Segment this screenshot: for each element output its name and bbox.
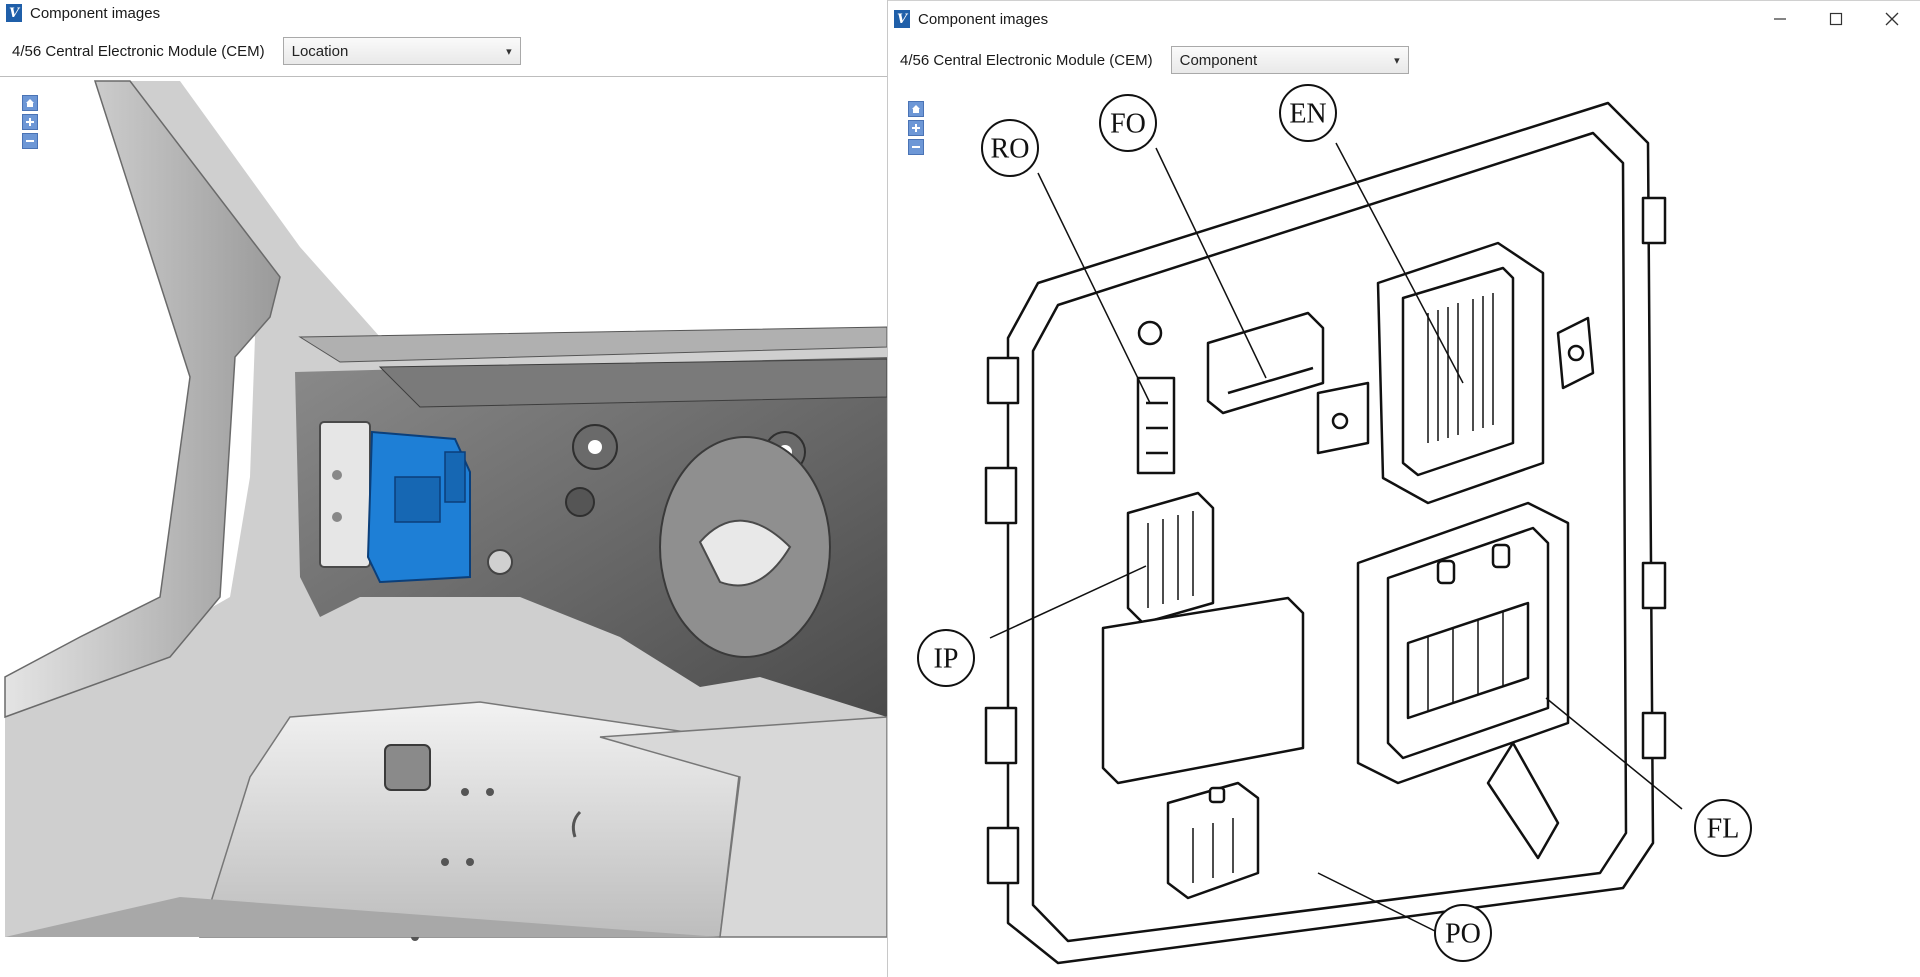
callout-fl-label: FL [1707,814,1740,845]
window-title: Component images [918,10,1049,28]
app-logo-icon: V [894,10,910,28]
title-bar[interactable]: V Component images [888,0,1920,37]
chevron-down-icon: ▾ [506,45,512,58]
view-select-value: Location [291,42,349,60]
car-interior-location-image [4,80,887,941]
close-button[interactable] [1864,1,1920,37]
home-icon[interactable] [22,95,38,111]
callout-ro-label: RO [991,134,1030,165]
callout-fo-label: FO [1110,109,1146,140]
zoom-toolbar [908,101,924,155]
minus-icon[interactable] [908,139,924,155]
plus-icon[interactable] [22,114,38,130]
view-select-value: Component [1179,51,1258,69]
module-label: 4/56 Central Electronic Module (CEM) [900,51,1153,69]
zoom-toolbar [22,95,38,149]
minus-icon[interactable] [22,133,38,149]
plus-icon[interactable] [908,120,924,136]
toolbar: 4/56 Central Electronic Module (CEM) Loc… [0,26,887,77]
connector-ip [1126,491,1215,625]
toolbar: 4/56 Central Electronic Module (CEM) Com… [888,37,1920,84]
view-select-dropdown[interactable]: Component ▾ [1170,46,1409,74]
app-logo-icon: V [6,4,22,22]
component-images-window-location: V Component images 4/56 Central Electron… [0,0,887,977]
title-bar[interactable]: V Component images [0,0,887,26]
image-viewer[interactable] [0,77,887,977]
window-title: Component images [30,4,161,22]
view-select-dropdown[interactable]: Location ▾ [282,37,521,65]
window-controls [1752,1,1920,37]
callout-po-label: PO [1445,919,1481,950]
image-viewer[interactable]: RO FO EN IP FL PO [888,83,1920,977]
connector-ro [1136,376,1176,475]
callout-en-label: EN [1289,99,1326,130]
maximize-button[interactable] [1808,1,1864,37]
chevron-down-icon: ▾ [1394,54,1400,67]
module-label: 4/56 Central Electronic Module (CEM) [12,42,265,60]
minimize-button[interactable] [1752,1,1808,37]
callout-ip-label: IP [934,644,959,675]
home-icon[interactable] [908,101,924,117]
component-images-window-component: V Component images 4/56 Central Electron… [887,0,1920,977]
cem-component-diagram: RO FO EN IP FL PO [917,84,1752,965]
